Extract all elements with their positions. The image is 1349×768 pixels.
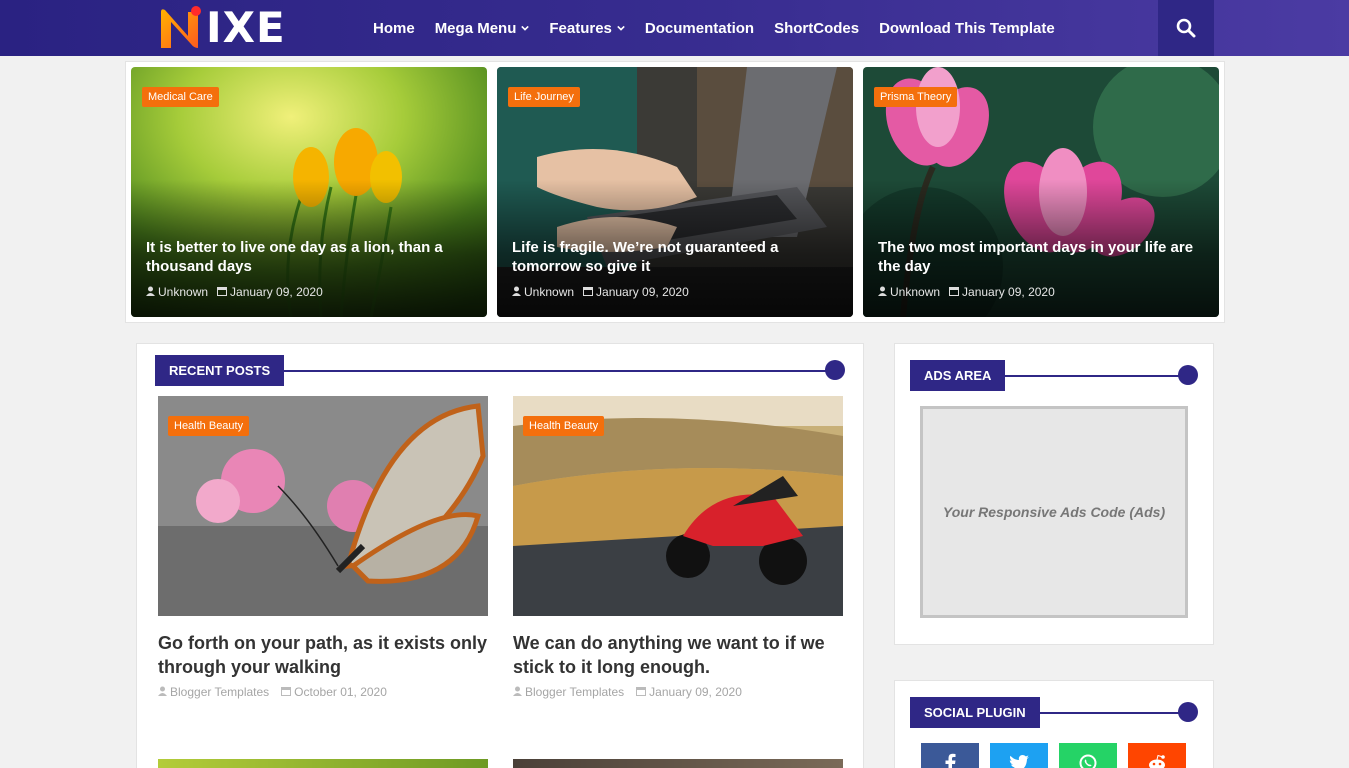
post-meta: Unknown January 09, 2020 [146, 285, 323, 299]
post-author[interactable]: Unknown [158, 285, 208, 299]
category-badge[interactable]: Life Journey [508, 87, 580, 107]
user-icon [878, 285, 887, 299]
post-author[interactable]: Unknown [524, 285, 574, 299]
category-badge[interactable]: Prisma Theory [874, 87, 958, 107]
featured-card[interactable]: Medical Care It is better to live one da… [131, 67, 487, 317]
nav-documentation-label: Documentation [644, 19, 755, 37]
user-icon [513, 685, 522, 699]
heading-dot [1178, 365, 1198, 385]
user-icon [146, 285, 155, 299]
post-title[interactable]: Go forth on your path, as it exists only… [158, 631, 488, 679]
post-thumbnail[interactable] [158, 759, 488, 768]
featured-title[interactable]: The two most important days in your life… [878, 238, 1208, 276]
section-heading: SOCIAL PLUGIN [910, 697, 1200, 728]
nav-features[interactable]: Features [549, 20, 625, 37]
chevron-down-icon [521, 25, 530, 31]
site-logo[interactable]: IXE [158, 6, 286, 50]
category-badge[interactable]: Health Beauty [523, 416, 605, 436]
facebook-button[interactable] [921, 743, 979, 768]
post-author[interactable]: Blogger Templates [525, 685, 624, 699]
whatsapp-button[interactable] [1059, 743, 1117, 768]
logo-mark-icon [158, 6, 204, 50]
category-badge[interactable]: Health Beauty [168, 416, 250, 436]
heading-dot [1178, 702, 1198, 722]
site-header: IXE Home Mega Menu Features Documentatio… [0, 0, 1349, 56]
post-author[interactable]: Blogger Templates [170, 685, 269, 699]
recent-posts-heading: RECENT POSTS [155, 355, 285, 386]
social-widget: SOCIAL PLUGIN [894, 680, 1214, 768]
section-heading: ADS AREA [910, 360, 1200, 391]
section-heading: RECENT POSTS [155, 355, 847, 386]
post-date: January 09, 2020 [230, 285, 323, 299]
nav-home[interactable]: Home [373, 20, 415, 37]
reddit-button[interactable] [1128, 743, 1186, 768]
featured-title[interactable]: Life is fragile. We’re not guaranteed a … [512, 238, 842, 276]
twitter-button[interactable] [990, 743, 1048, 768]
post-date: January 09, 2020 [596, 285, 689, 299]
heading-line [1002, 375, 1192, 377]
featured-title[interactable]: It is better to live one day as a lion, … [146, 238, 476, 276]
recent-posts-section: RECENT POSTS Health Beauty Go forth on y… [136, 343, 864, 768]
post-thumbnail[interactable]: Health Beauty [158, 396, 488, 616]
calendar-icon [281, 685, 292, 699]
calendar-icon [583, 285, 594, 299]
reddit-icon [1149, 754, 1165, 768]
whatsapp-icon [1079, 754, 1097, 768]
ads-placeholder[interactable]: Your Responsive Ads Code (Ads) [920, 406, 1188, 618]
social-plugin-heading: SOCIAL PLUGIN [910, 697, 1040, 728]
nav-documentation[interactable]: Documentation [645, 20, 754, 37]
ads-placeholder-text: Your Responsive Ads Code (Ads) [942, 504, 1166, 520]
nav-shortcodes[interactable]: ShortCodes [774, 20, 859, 37]
nav-features-label: Features [549, 19, 612, 37]
featured-card[interactable]: Life Journey Life is fragile. We’re not … [497, 67, 853, 317]
post-meta: Unknown January 09, 2020 [512, 285, 689, 299]
nav-mega-menu-label: Mega Menu [434, 19, 517, 37]
nav-download-template-label: Download This Template [879, 19, 1055, 37]
nav-shortcodes-label: ShortCodes [774, 19, 860, 37]
ads-area-heading: ADS AREA [910, 360, 1006, 391]
post-meta: Unknown January 09, 2020 [878, 285, 1055, 299]
heading-line [1034, 712, 1192, 714]
calendar-icon [217, 285, 228, 299]
calendar-icon [636, 685, 647, 699]
user-icon [158, 685, 167, 699]
calendar-icon [949, 285, 960, 299]
post-meta: Blogger Templates January 09, 2020 [513, 685, 742, 699]
post-title[interactable]: We can do anything we want to if we stic… [513, 631, 843, 679]
twitter-icon [1009, 755, 1029, 768]
post-meta: Blogger Templates October 01, 2020 [158, 685, 387, 699]
post-date: January 09, 2020 [962, 285, 1055, 299]
post-thumbnail[interactable] [513, 759, 843, 768]
nav-mega-menu[interactable]: Mega Menu [435, 20, 530, 37]
logo-text: IXE [206, 3, 286, 52]
heading-dot [825, 360, 845, 380]
category-badge[interactable]: Medical Care [142, 87, 219, 107]
facebook-icon [945, 753, 956, 768]
search-icon [1176, 18, 1196, 38]
chevron-down-icon [617, 25, 625, 31]
post-thumbnail[interactable]: Health Beauty [513, 396, 843, 616]
ads-widget: ADS AREA Your Responsive Ads Code (Ads) [894, 343, 1214, 645]
featured-slider: Medical Care It is better to live one da… [125, 61, 1225, 323]
post-author[interactable]: Unknown [890, 285, 940, 299]
heading-line [275, 370, 835, 372]
nav-home-label: Home [373, 19, 415, 37]
post-date: January 09, 2020 [649, 685, 742, 699]
search-button[interactable] [1158, 0, 1214, 56]
nav-download-template[interactable]: Download This Template [879, 20, 1055, 37]
featured-card[interactable]: Prisma Theory The two most important day… [863, 67, 1219, 317]
main-nav: Home Mega Menu Features Documentation Sh… [373, 0, 1075, 56]
user-icon [512, 285, 521, 299]
post-date: October 01, 2020 [294, 685, 387, 699]
